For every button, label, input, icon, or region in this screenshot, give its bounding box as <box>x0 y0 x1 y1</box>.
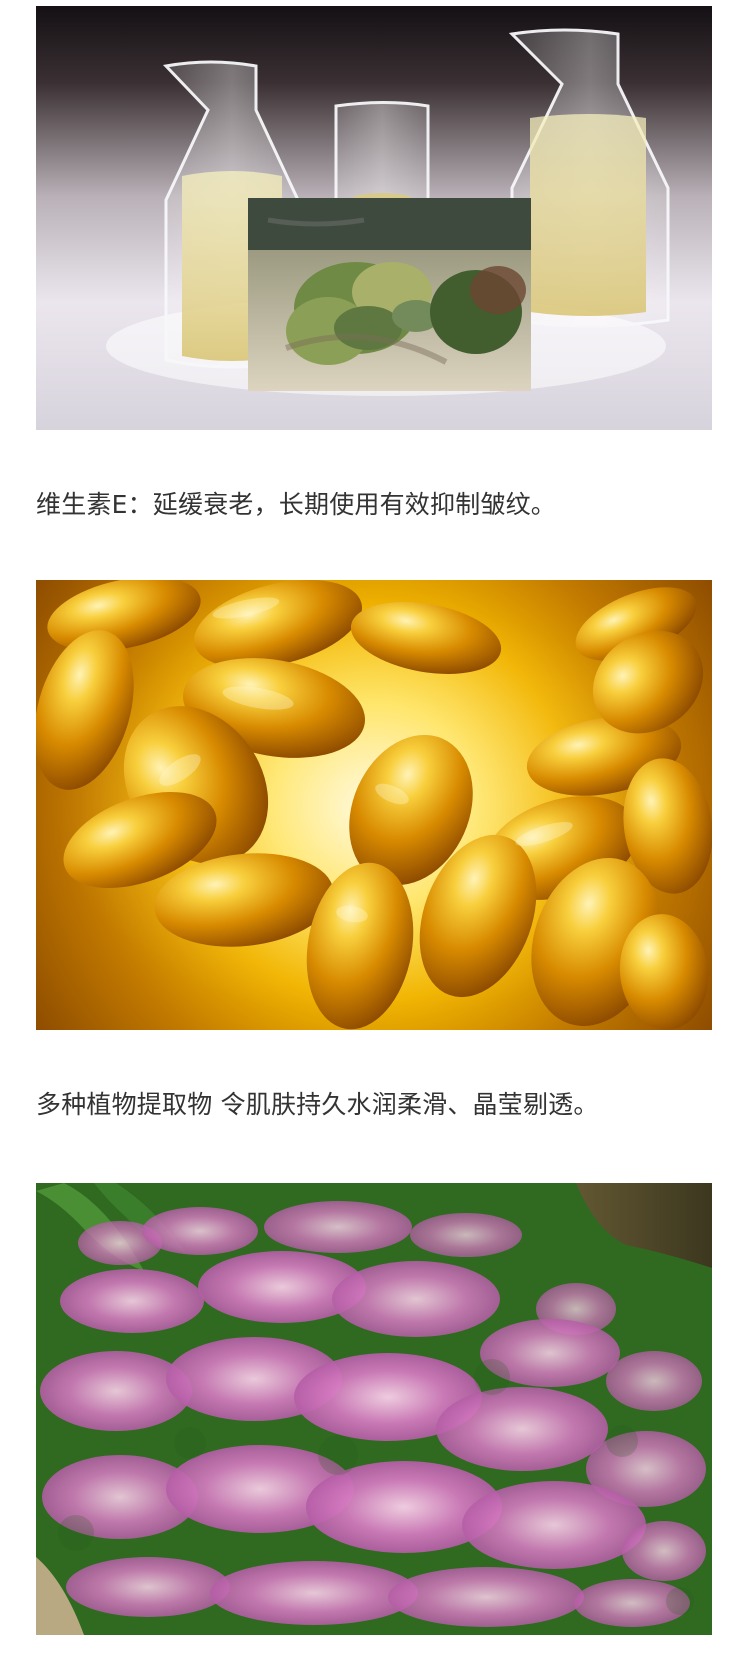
capsules-illustration <box>36 580 712 1030</box>
vitamin-e-capsules-photo <box>36 580 712 1030</box>
flowers-illustration <box>36 1183 712 1635</box>
plant-extract-caption: 多种植物提取物 令肌肤持久水润柔滑、晶莹剔透。 <box>36 1090 599 1119</box>
seaweed-inset <box>248 198 531 391</box>
beakers-seaweed-illustration <box>106 28 670 396</box>
vitamin-e-caption: 维生素E：延缓衰老，长期使用有效抑制皱纹。 <box>36 490 556 519</box>
thyme-flowers-photo <box>36 1183 712 1635</box>
middle-beaker <box>334 101 430 210</box>
beakers-seaweed-photo <box>36 6 712 430</box>
